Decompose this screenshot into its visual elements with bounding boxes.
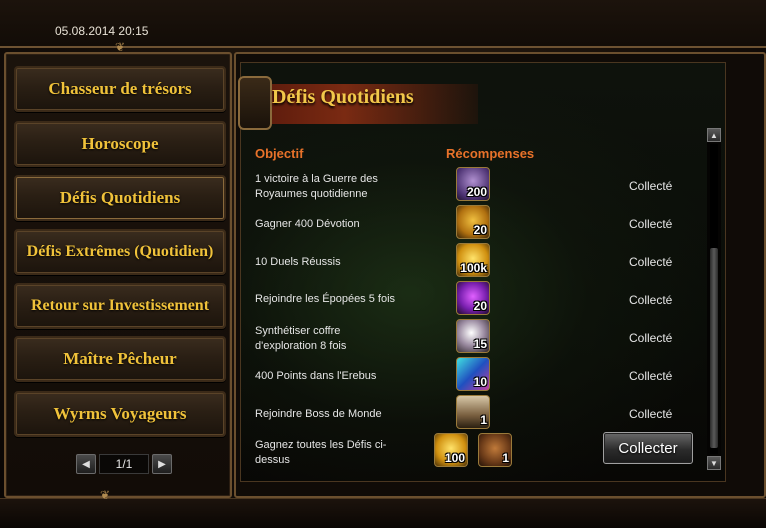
menu-item-horoscope[interactable]: Horoscope — [14, 121, 226, 167]
menu-item-defis-extremes[interactable]: Défis Extrêmes (Quotidien) — [14, 229, 226, 275]
caret-up-icon: ▲ — [710, 130, 718, 140]
pearl-icon[interactable]: 15 — [456, 319, 490, 353]
ornament-icon: ❦ — [100, 488, 111, 502]
bronze-coin-icon[interactable]: 1 — [478, 433, 512, 467]
objective-text: 1 victoire à la Guerre des Royaumes quot… — [255, 173, 378, 200]
reward-quantity: 20 — [473, 299, 487, 313]
menu-item-retour-sur-investissement[interactable]: Retour sur Investissement — [14, 283, 226, 329]
reward-quantity: 20 — [473, 223, 487, 237]
prev-page-button[interactable]: ◀ — [76, 454, 96, 474]
menu-item-defis-quotidiens[interactable]: Défis Quotidiens — [14, 175, 226, 221]
menu-item-wyrms-voyageurs[interactable]: Wyrms Voyageurs — [14, 391, 226, 437]
column-header-objective: Objectif — [255, 146, 304, 161]
status-text: Collecté — [629, 255, 673, 269]
rewards-scrollbar[interactable]: ▲ ▼ — [707, 128, 721, 470]
status-text: Collecté — [629, 217, 673, 231]
column-header-rewards: Récompenses — [446, 146, 535, 161]
status-text: Collecté — [629, 331, 673, 345]
purple-orb-icon[interactable]: 20 — [456, 281, 490, 315]
status-text: Collecté — [629, 293, 673, 307]
objective-text: Gagner 400 Dévotion — [255, 218, 360, 230]
reward-quantity: 10 — [473, 375, 487, 389]
bottom-bar — [0, 498, 766, 528]
server-datetime: 05.08.2014 20:15 — [55, 24, 149, 38]
chest-icon[interactable]: 1 — [456, 395, 490, 429]
panel-title: Défis Quotidiens — [272, 86, 414, 108]
objective-text: Synthétiser coffre d'exploration 8 fois — [255, 325, 347, 352]
status-text: Collecté — [629, 179, 673, 193]
coin-icon[interactable]: 20 — [456, 205, 490, 239]
menu-item-maitre-pecheur[interactable]: Maître Pêcheur — [14, 336, 226, 382]
reward-quantity: 15 — [473, 337, 487, 351]
trophy-icon[interactable]: 200 — [456, 167, 490, 201]
scroll-ornament-icon — [238, 76, 272, 130]
reward-quantity: 1 — [502, 451, 509, 465]
scroll-thumb[interactable] — [710, 248, 718, 448]
next-page-button[interactable]: ▶ — [152, 454, 172, 474]
reward-quantity: 100 — [444, 451, 465, 465]
page-indicator: 1/1 — [99, 454, 149, 474]
menu-pager: ◀ 1/1 ▶ — [76, 453, 172, 475]
objective-text: 10 Duels Réussis — [255, 256, 341, 268]
reward-quantity: 200 — [466, 185, 487, 199]
gold-coin-icon[interactable]: 100k — [456, 243, 490, 277]
game-window: 05.08.2014 20:15 ❦ Chasseur de trésors H… — [0, 0, 766, 528]
triangle-left-icon: ◀ — [82, 458, 90, 470]
event-menu-panel: Chasseur de trésors Horoscope Défis Quot… — [4, 52, 232, 498]
scroll-down-button[interactable]: ▼ — [707, 456, 721, 470]
status-text: Collecté — [629, 369, 673, 383]
objective-text: Gagnez toutes les Défis ci-dessus — [255, 439, 387, 466]
gold-coin-icon[interactable]: 100 — [434, 433, 468, 467]
triangle-right-icon: ▶ — [158, 458, 166, 470]
collect-button[interactable]: Collecter — [603, 432, 693, 464]
objective-text: Rejoindre Boss de Monde — [255, 408, 382, 420]
menu-item-chasseur-de-tresors[interactable]: Chasseur de trésors — [14, 66, 226, 112]
objective-text: 400 Points dans l'Erebus — [255, 370, 377, 382]
status-text: Collecté — [629, 407, 673, 421]
objective-text: Rejoindre les Épopées 5 fois — [255, 293, 396, 305]
reward-quantity: 1 — [480, 413, 487, 427]
scroll-up-button[interactable]: ▲ — [707, 128, 721, 142]
caret-down-icon: ▼ — [710, 458, 718, 468]
gem-icon[interactable]: 10 — [456, 357, 490, 391]
reward-quantity: 100k — [460, 261, 487, 275]
